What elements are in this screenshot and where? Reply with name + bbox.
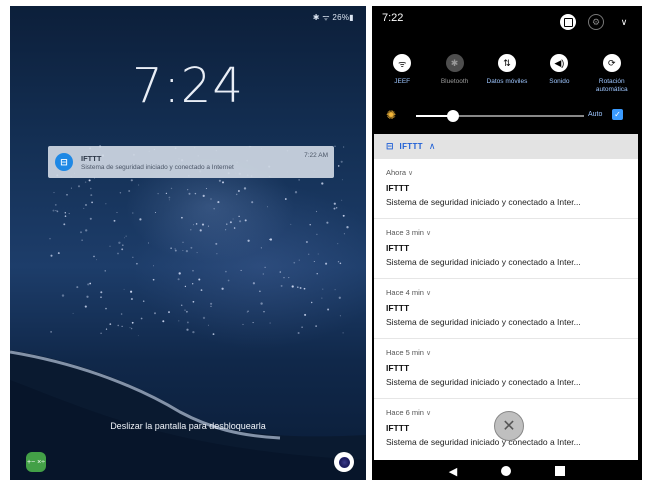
sound-icon: ◀) <box>550 54 569 72</box>
qs-label: JEEF <box>394 78 411 85</box>
item-title: IFTTT <box>386 363 410 373</box>
item-title: IFTTT <box>386 303 410 313</box>
list-item[interactable]: Ahora ∨ IFTTT Sistema de seguridad inicia… <box>374 159 638 219</box>
wifi-icon: ᯤ <box>393 54 412 72</box>
quick-settings-row: ᯤ JEEF ✱ Bluetooth ⇅ Datos móviles ◀) So… <box>372 54 642 94</box>
lock-clock: 7:24 <box>132 58 244 114</box>
notification-time: 7:22 AM <box>304 152 328 159</box>
qs-tile-rotation[interactable]: ⟳ Rotación automática <box>586 54 638 94</box>
notification-title: IFTTT <box>81 153 102 163</box>
list-item[interactable]: Hace 4 min ∨ IFTTT Sistema de seguridad i… <box>374 279 638 339</box>
navigation-bar: ◀ <box>372 462 642 480</box>
list-item[interactable]: Hace 5 min ∨ IFTTT Sistema de seguridad i… <box>374 339 638 399</box>
group-app-name: IFTTT <box>399 142 423 151</box>
item-time: Ahora ∨ <box>386 168 414 177</box>
bluetooth-icon: ✱ <box>445 54 464 72</box>
item-body: Sistema de seguridad iniciado y conectad… <box>386 197 581 207</box>
item-title: IFTTT <box>386 243 410 253</box>
camera-shortcut-icon[interactable] <box>334 452 354 472</box>
qs-label: Sonido <box>549 78 570 85</box>
chevron-down-icon[interactable]: ∨ <box>426 290 431 297</box>
lock-notification[interactable]: ⊟ IFTTT Sistema de seguridad iniciado y … <box>48 146 334 178</box>
close-icon[interactable]: ✕ <box>494 411 524 441</box>
edit-icon[interactable] <box>560 14 576 30</box>
back-icon[interactable]: ◀ <box>449 465 457 478</box>
chevron-down-icon[interactable]: ∨ <box>426 410 431 417</box>
brightness-auto-label: Auto <box>588 111 603 118</box>
chevron-down-icon[interactable]: ∨ <box>616 14 632 30</box>
ifttt-app-icon: ⊟ <box>55 153 73 171</box>
notification-group-header[interactable]: ⊟ IFTTT ∧ <box>374 134 638 159</box>
rotate-icon: ⟳ <box>602 54 621 72</box>
item-time: Hace 4 min ∨ <box>386 288 432 297</box>
chevron-up-icon[interactable]: ∧ <box>429 141 436 152</box>
brightness-row: ✺ Auto ✓ <box>372 106 642 126</box>
hill-silhouette <box>10 350 366 480</box>
chevron-down-icon[interactable]: ∨ <box>408 170 413 177</box>
item-body: Sistema de seguridad iniciado y conectad… <box>386 257 581 267</box>
notification-shade: 7:22 ⚙ ∨ ᯤ JEEF ✱ Bluetooth ⇅ Datos móvi… <box>372 6 642 480</box>
unlock-hint: Deslizar la pantalla para desbloquearla <box>110 421 266 431</box>
qs-tile-bluetooth[interactable]: ✱ Bluetooth <box>429 54 481 94</box>
gear-icon[interactable]: ⚙ <box>588 14 604 30</box>
ifttt-logo-icon: ⊟ <box>386 141 394 151</box>
item-body: Sistema de seguridad iniciado y conectad… <box>386 317 581 327</box>
mobile-data-icon: ⇅ <box>497 54 516 72</box>
brightness-slider-thumb[interactable] <box>447 110 459 122</box>
brightness-auto-checkbox[interactable]: ✓ <box>612 109 623 120</box>
qs-label: Rotación automática <box>595 78 628 93</box>
status-bar-text: ✱ ᯤ 26%▮ <box>312 13 354 22</box>
qs-tile-mobile-data[interactable]: ⇅ Datos móviles <box>481 54 533 94</box>
item-title: IFTTT <box>386 183 410 193</box>
qs-tile-wifi[interactable]: ᯤ JEEF <box>376 54 428 94</box>
item-time: Hace 5 min ∨ <box>386 348 432 357</box>
recents-icon[interactable] <box>555 466 566 476</box>
qs-label: Datos móviles <box>486 78 528 85</box>
qs-tile-sound[interactable]: ◀) Sonido <box>533 54 585 94</box>
list-item[interactable]: Hace 3 min ∨ IFTTT Sistema de seguridad i… <box>374 219 638 279</box>
home-icon[interactable] <box>501 466 512 476</box>
notification-body: Sistema de seguridad iniciado y conectad… <box>81 163 234 171</box>
lock-screen: ✱ ᯤ 26%▮ 7:24 ⊟ IFTTT Sistema de segurid… <box>10 6 366 480</box>
item-body: Sistema de seguridad iniciado y conectad… <box>386 377 581 387</box>
shade-clock: 7:22 <box>382 12 404 24</box>
item-time: Hace 3 min ∨ <box>386 228 432 237</box>
brightness-sun-icon: ✺ <box>386 108 397 122</box>
qs-label: Bluetooth <box>440 78 469 85</box>
chevron-down-icon[interactable]: ∨ <box>426 350 431 357</box>
calculator-shortcut-icon[interactable]: +− ×÷ <box>26 452 46 472</box>
chevron-down-icon[interactable]: ∨ <box>426 230 431 237</box>
